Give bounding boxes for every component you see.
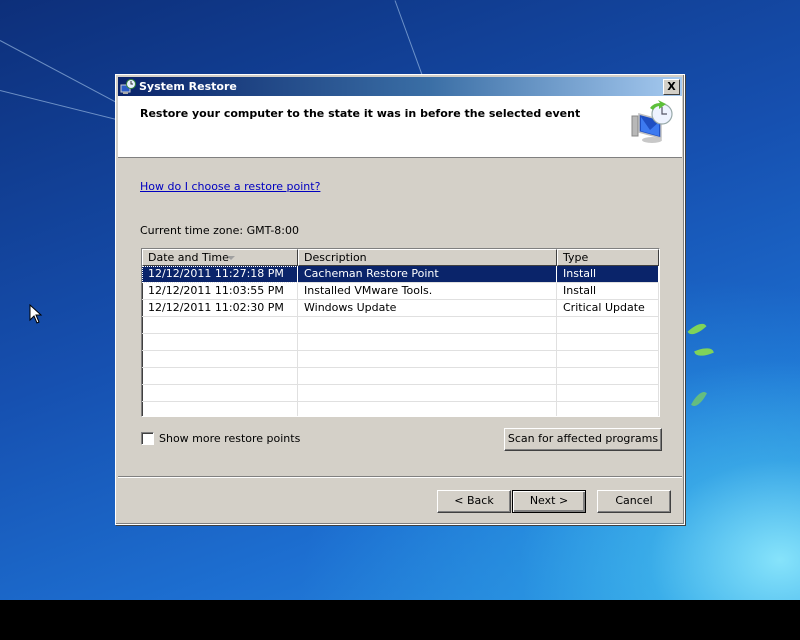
empty-row [142,334,659,351]
system-restore-dialog: System Restore X Restore your computer t… [115,74,685,525]
empty-cell [557,385,659,402]
empty-cell [298,334,557,351]
checkbox-box[interactable] [141,432,154,445]
screen-bottom-bar [0,600,800,640]
wallpaper-leaf [687,320,707,338]
empty-row [142,402,659,416]
cell-date: 12/12/2011 11:27:18 PM [142,266,298,283]
cell-type: Install [557,266,659,283]
empty-cell [142,368,298,385]
system-restore-icon [120,78,136,94]
wallpaper-leaf [694,345,714,359]
empty-cell [298,351,557,368]
empty-cell [557,317,659,334]
back-button[interactable]: < Back [437,490,511,513]
window-title: System Restore [139,80,237,93]
cell-date: 12/12/2011 11:03:55 PM [142,283,298,300]
empty-cell [557,402,659,416]
footer-separator [118,476,682,478]
cell-description: Windows Update [298,300,557,317]
help-link[interactable]: How do I choose a restore point? [140,180,320,193]
empty-cell [298,402,557,416]
checkbox-label: Show more restore points [159,432,301,445]
scan-affected-programs-button[interactable]: Scan for affected programs [504,428,662,451]
cell-date: 12/12/2011 11:02:30 PM [142,300,298,317]
empty-cell [557,334,659,351]
show-more-restore-points-checkbox[interactable]: Show more restore points [141,432,300,445]
empty-row [142,368,659,385]
wallpaper-leaf [691,389,707,409]
empty-row [142,317,659,334]
cell-type: Install [557,283,659,300]
title-bar[interactable]: System Restore X [118,77,682,96]
column-header-date[interactable]: Date and Time [142,249,298,266]
sort-descending-icon [227,256,235,260]
close-button[interactable]: X [663,79,680,95]
table-row[interactable]: 12/12/2011 11:27:18 PM Cacheman Restore … [142,266,659,283]
empty-row [142,385,659,402]
table-row[interactable]: 12/12/2011 11:03:55 PM Installed VMware … [142,283,659,300]
cell-description: Cacheman Restore Point [298,266,557,283]
page-title: Restore your computer to the state it wa… [140,107,581,120]
table-row[interactable]: 12/12/2011 11:02:30 PM Windows Update Cr… [142,300,659,317]
column-header-type[interactable]: Type [557,249,659,266]
list-header: Date and Time Description Type [142,249,659,266]
cell-description: Installed VMware Tools. [298,283,557,300]
empty-cell [557,368,659,385]
mouse-cursor-icon [29,304,43,324]
cancel-button[interactable]: Cancel [597,490,671,513]
empty-cell [298,368,557,385]
next-button[interactable]: Next > [512,490,586,513]
system-restore-icon [631,100,673,143]
empty-cell [142,385,298,402]
cell-type: Critical Update [557,300,659,317]
empty-cell [298,317,557,334]
empty-cell [142,334,298,351]
empty-row [142,351,659,368]
empty-cell [142,351,298,368]
empty-cell [557,351,659,368]
restore-points-list[interactable]: Date and Time Description Type 12/12/201… [141,248,660,417]
empty-cell [298,385,557,402]
empty-cell [142,402,298,416]
timezone-label: Current time zone: GMT-8:00 [140,224,300,237]
empty-cell [142,317,298,334]
column-header-description[interactable]: Description [298,249,557,266]
wizard-header: Restore your computer to the state it wa… [118,96,682,158]
